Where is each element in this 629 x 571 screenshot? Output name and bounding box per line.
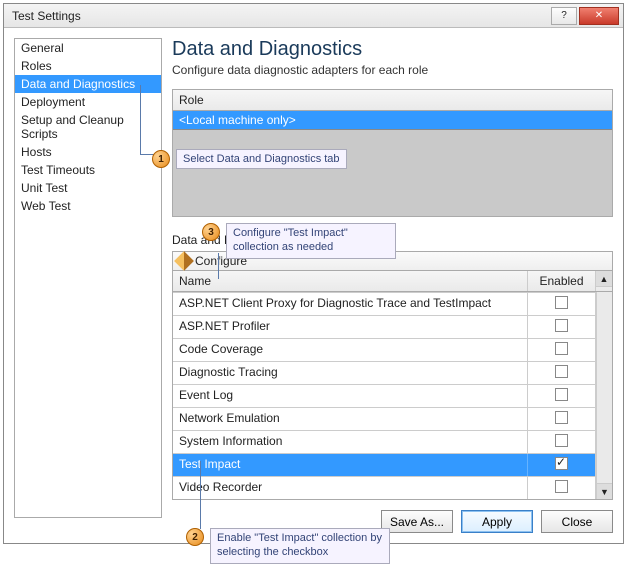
- nav-sidebar: General Roles Data and Diagnostics Deplo…: [14, 38, 162, 518]
- sidebar-item-test-timeouts[interactable]: Test Timeouts: [15, 161, 161, 179]
- grid-scrollbar[interactable]: ▼: [596, 292, 612, 499]
- table-row[interactable]: ASP.NET Profiler: [173, 315, 596, 338]
- table-row[interactable]: Code Coverage: [173, 338, 596, 361]
- sidebar-item-label: Setup and Cleanup Scripts: [21, 113, 124, 141]
- enabled-checkbox[interactable]: [555, 342, 568, 355]
- dd-toolbar: Configure: [172, 251, 613, 270]
- role-column-header[interactable]: Role: [173, 90, 612, 111]
- adapter-enabled-cell: [528, 385, 596, 407]
- sidebar-item-label: Web Test: [21, 199, 71, 213]
- adapter-enabled-cell: [528, 362, 596, 384]
- close-icon: ✕: [595, 10, 603, 21]
- sidebar-item-setup-cleanup[interactable]: Setup and Cleanup Scripts: [15, 111, 161, 143]
- sidebar-item-data-diagnostics[interactable]: Data and Diagnostics: [15, 75, 161, 93]
- role-list: Role <Local machine only>: [172, 89, 613, 217]
- enabled-checkbox[interactable]: [555, 365, 568, 378]
- scroll-down-icon[interactable]: ▼: [597, 483, 612, 499]
- callout-2: 2 Enable "Test Impact" collection by sel…: [186, 528, 390, 564]
- dd-section-label: Data and Diagnostics for selected role:: [172, 233, 613, 247]
- adapter-name-cell: Network Emulation: [173, 408, 528, 430]
- adapter-enabled-cell: [528, 454, 596, 476]
- adapter-name-cell: Test Impact: [173, 454, 528, 476]
- page-subtitle: Configure data diagnostic adapters for e…: [172, 63, 613, 77]
- sidebar-item-label: Hosts: [21, 145, 52, 159]
- col-header-name[interactable]: Name: [173, 271, 528, 291]
- titlebar: Test Settings ? ✕: [4, 4, 623, 28]
- table-row[interactable]: Video Recorder: [173, 476, 596, 499]
- save-as-button[interactable]: Save As...: [381, 510, 453, 533]
- sidebar-item-web-test[interactable]: Web Test: [15, 197, 161, 215]
- sidebar-item-label: Test Timeouts: [21, 163, 95, 177]
- scroll-up-icon[interactable]: ▲: [596, 271, 612, 287]
- col-header-enabled[interactable]: Enabled: [528, 271, 596, 291]
- close-window-button[interactable]: ✕: [579, 7, 619, 25]
- adapter-name-cell: Video Recorder: [173, 477, 528, 499]
- table-row[interactable]: Network Emulation: [173, 407, 596, 430]
- table-row[interactable]: Diagnostic Tracing: [173, 361, 596, 384]
- window-title: Test Settings: [12, 9, 549, 23]
- sidebar-item-label: Data and Diagnostics: [21, 77, 135, 91]
- page-title: Data and Diagnostics: [172, 38, 613, 61]
- sidebar-item-roles[interactable]: Roles: [15, 57, 161, 75]
- dialog-window: Test Settings ? ✕ General Roles Data and…: [3, 3, 624, 544]
- sidebar-item-label: Roles: [21, 59, 52, 73]
- adapter-name-cell: Diagnostic Tracing: [173, 362, 528, 384]
- sidebar-item-hosts[interactable]: Hosts: [15, 143, 161, 161]
- grid-header-row: Name Enabled ▲: [173, 271, 612, 292]
- close-button[interactable]: Close: [541, 510, 613, 533]
- table-row[interactable]: System Information: [173, 430, 596, 453]
- help-icon: ?: [561, 10, 567, 21]
- sidebar-item-unit-test[interactable]: Unit Test: [15, 179, 161, 197]
- enabled-checkbox[interactable]: [555, 434, 568, 447]
- table-row[interactable]: Test Impact: [173, 453, 596, 476]
- help-button[interactable]: ?: [551, 7, 577, 25]
- adapters-grid: Name Enabled ▲ ASP.NET Client Proxy for …: [172, 270, 613, 500]
- enabled-checkbox[interactable]: [555, 411, 568, 424]
- table-row[interactable]: Event Log: [173, 384, 596, 407]
- table-row[interactable]: ASP.NET Client Proxy for Diagnostic Trac…: [173, 292, 596, 315]
- enabled-checkbox[interactable]: [555, 296, 568, 309]
- sidebar-item-label: Deployment: [21, 95, 85, 109]
- sidebar-item-deployment[interactable]: Deployment: [15, 93, 161, 111]
- adapter-name-cell: Code Coverage: [173, 339, 528, 361]
- adapter-enabled-cell: [528, 293, 596, 315]
- pencil-icon: [174, 251, 194, 271]
- sidebar-item-label: General: [21, 41, 64, 55]
- adapter-name-cell: ASP.NET Client Proxy for Diagnostic Trac…: [173, 293, 528, 315]
- adapter-name-cell: System Information: [173, 431, 528, 453]
- callout-text-2: Enable "Test Impact" collection by selec…: [210, 528, 390, 564]
- enabled-checkbox[interactable]: [555, 388, 568, 401]
- enabled-checkbox[interactable]: [555, 480, 568, 493]
- adapter-enabled-cell: [528, 316, 596, 338]
- sidebar-item-label: Unit Test: [21, 181, 67, 195]
- adapter-enabled-cell: [528, 431, 596, 453]
- adapter-enabled-cell: [528, 408, 596, 430]
- apply-button[interactable]: Apply: [461, 510, 533, 533]
- adapter-name-cell: Event Log: [173, 385, 528, 407]
- adapter-name-cell: ASP.NET Profiler: [173, 316, 528, 338]
- callout-badge-2: 2: [186, 528, 204, 546]
- role-row-local[interactable]: <Local machine only>: [173, 111, 612, 130]
- role-list-empty: [173, 130, 612, 216]
- enabled-checkbox[interactable]: [555, 457, 568, 470]
- sidebar-item-general[interactable]: General: [15, 39, 161, 57]
- adapter-enabled-cell: [528, 477, 596, 499]
- enabled-checkbox[interactable]: [555, 319, 568, 332]
- adapter-enabled-cell: [528, 339, 596, 361]
- configure-button[interactable]: Configure: [195, 254, 247, 268]
